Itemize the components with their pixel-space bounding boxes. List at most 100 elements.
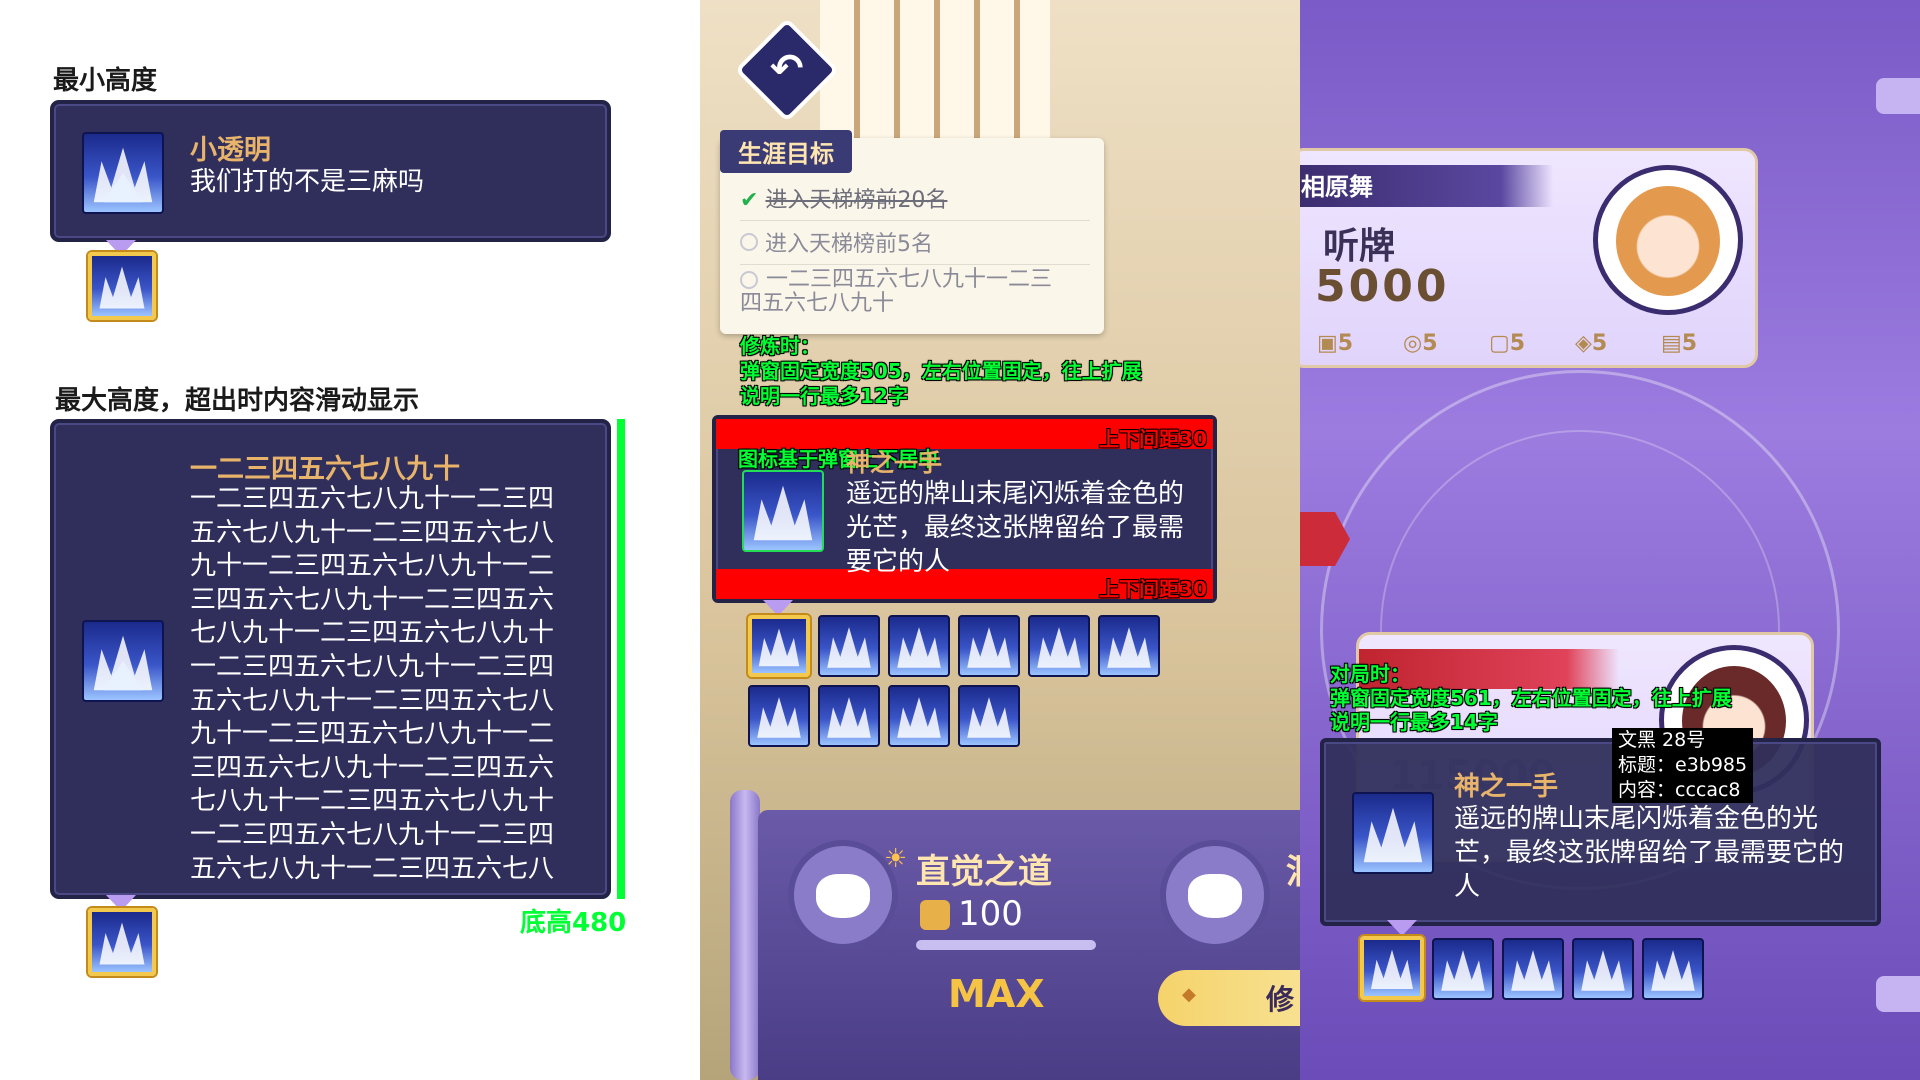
count-item: ◎5 (1403, 331, 1438, 356)
height-marker-bar (617, 419, 625, 899)
goal-item: 进入天梯榜前5名 (740, 226, 1090, 265)
selected-skill-icon[interactable] (88, 908, 156, 976)
skill-slot[interactable] (748, 615, 810, 677)
annotation-line: 说明一行最多14字 (1330, 710, 1498, 734)
tooltip-body: 我们打的不是三麻吗 (190, 167, 425, 197)
tooltip-scroll-body[interactable]: 一二三四五六七八九十一二三四 五六七八九十一二三四五六七八 九十一二三四五六七八… (190, 483, 590, 883)
circle-icon (740, 271, 758, 289)
tooltip-line: 一二三四五六七八九十一二三四 (190, 819, 555, 850)
spec-body-color: 内容：cccac8 (1618, 779, 1741, 801)
cat-avatar (788, 840, 898, 950)
skill-name: 直觉之道 (916, 852, 1052, 892)
tile-icon: ▢ (1489, 331, 1510, 356)
goal-text: 一二三四五六七八九十一二三四五六七八九十 (740, 267, 1053, 316)
skill-slot[interactable] (1432, 938, 1494, 1000)
side-handle[interactable] (1876, 78, 1920, 114)
skill-slot[interactable] (748, 685, 810, 747)
tooltip-title: 神之一手 (1454, 772, 1559, 802)
skill-slot[interactable] (1502, 938, 1564, 1000)
count-value: 5 (1591, 331, 1608, 356)
skill-slot[interactable] (818, 615, 880, 677)
count-item: ▢5 (1489, 331, 1525, 356)
goals-header: 生涯目标 (720, 130, 852, 173)
tile-icon: ◈ (1575, 331, 1592, 356)
goal-item: 一二三四五六七八九十一二三四五六七八九十 (740, 268, 1060, 316)
tile-icon: ▣ (1317, 331, 1338, 356)
train-button-label: 修 (1266, 983, 1295, 1016)
skill-slot[interactable] (958, 685, 1020, 747)
min-height-label: 最小高度 (53, 66, 158, 96)
player-card: 相原舞 听牌 5000 ▣5 ◎5 ▢5 ◈5 ▤5 (1300, 148, 1758, 368)
spec-font: 文黑 28号 (1618, 729, 1706, 751)
sun-icon: ☀ (884, 844, 908, 874)
circle-icon (740, 233, 758, 251)
tooltip-min: 小透明 我们打的不是三麻吗 (50, 100, 611, 242)
skill-level: 100 (958, 894, 1023, 934)
tooltip-training: 上下间距30 上下间距30 图标基于弹窗上下居中 神之一手 遥远的牌山末尾闪烁着… (712, 415, 1217, 603)
selected-skill-icon[interactable] (88, 252, 156, 320)
skill-grid (748, 615, 1168, 755)
skill-slot[interactable] (888, 615, 950, 677)
pointer-arrow-icon (763, 600, 793, 616)
count-value: 5 (1681, 331, 1698, 356)
goal-text: 进入天梯榜前20名 (765, 188, 948, 213)
training-screen: ↶ 生涯目标 ✔ 进入天梯榜前20名 进入天梯榜前5名 一二三四五六七八九十一二… (700, 0, 1300, 1080)
scroll-rod (730, 790, 760, 1080)
count-value: 5 (1509, 331, 1526, 356)
train-button[interactable]: ◆ 修 (1158, 970, 1300, 1026)
tooltip-line: 七八九十一二三四五六七八九十 (190, 618, 555, 649)
level-progress-bar (916, 940, 1096, 950)
tooltip-body: 遥远的牌山末尾闪烁着金色的光芒，最终这张牌留给了最需要它的人 (846, 479, 1185, 577)
spec-title-color: 标题：e3b985 (1618, 754, 1748, 776)
skill-slot[interactable] (818, 685, 880, 747)
shoji-background (820, 0, 1050, 150)
side-handle[interactable] (1876, 976, 1920, 1012)
goal-text: 进入天梯榜前5名 (765, 232, 933, 257)
skill-slot[interactable] (1028, 615, 1090, 677)
tooltip-line: 五六七八九十一二三四五六七八 (190, 517, 555, 548)
count-item: ▣5 (1317, 331, 1353, 356)
tooltip-match: 神之一手 遥远的牌山末尾闪烁着金色的光芒，最终这张牌留给了最需要它的人 文黑 2… (1320, 728, 1881, 926)
tooltip-title: 一二三四五六七八九十 (190, 454, 460, 485)
max-label: MAX (948, 972, 1045, 1016)
skill-slot[interactable] (958, 615, 1020, 677)
player-name: 相原舞 (1301, 173, 1373, 201)
tooltip-line: 五六七八九十一二三四五六七八 (190, 685, 555, 716)
tooltip-line: 五六七八九十一二三四五六七八 (190, 853, 555, 883)
skill-slot[interactable] (888, 685, 950, 747)
back-arrow-icon: ↶ (770, 46, 804, 92)
skill-slot[interactable] (1572, 938, 1634, 1000)
tile-icon: ◎ (1403, 331, 1423, 356)
tooltip-line: 七八九十一二三四五六七八九十 (190, 786, 555, 817)
skill-panel: ☀ 直觉之道 100 MAX 洞 ◆ 修 (758, 810, 1300, 1080)
tooltip-line: 九十一二三四五六七八九十一二 (190, 719, 555, 750)
stat-value: 5000 (1315, 261, 1450, 312)
height-note: 底高480 (520, 908, 627, 938)
skill-icon (82, 620, 164, 702)
count-value: 5 (1337, 331, 1354, 356)
tooltip-max: 一二三四五六七八九十 一二三四五六七八九十一二三四 五六七八九十一二三四五六七八… (50, 419, 611, 899)
count-item: ◈5 (1575, 331, 1607, 356)
tooltip-body: 遥远的牌山末尾闪烁着金色的光芒，最终这张牌留给了最需要它的人 (1454, 804, 1845, 902)
skill-slot[interactable] (1098, 615, 1160, 677)
spec-box: 文黑 28号 标题：e3b985 内容：cccac8 (1612, 728, 1754, 803)
diamond-icon: ◆ (1182, 984, 1196, 1005)
match-screen: 相原舞 听牌 5000 ▣5 ◎5 ▢5 ◈5 ▤5 115000 对局时： 弹… (1300, 0, 1920, 1080)
tooltip-line: 三四五六七八九十一二三四五六 (190, 584, 555, 615)
cat-avatar-2 (1160, 840, 1270, 950)
tooltip-line: 一二三四五六七八九十一二三四 (190, 484, 555, 514)
skill-name-2: 洞 (1286, 844, 1300, 893)
tooltip-line: 三四五六七八九十一二三四五六 (190, 752, 555, 783)
player-avatar (1593, 165, 1743, 315)
skill-slot[interactable] (1642, 938, 1704, 1000)
skill-icon (1352, 792, 1434, 874)
gap-label: 上下间距30 (1099, 427, 1207, 451)
tooltip-title: 神之一手 (846, 449, 942, 477)
tooltip-title: 小透明 (190, 135, 271, 166)
pointer-arrow-icon (1387, 920, 1417, 936)
annotation-line: 说明一行最多12字 (740, 384, 908, 408)
max-height-label: 最大高度，超出时内容滑动显示 (55, 386, 420, 416)
skill-icon (82, 132, 164, 214)
skill-slot[interactable] (1360, 936, 1424, 1000)
skill-icon (742, 470, 824, 552)
